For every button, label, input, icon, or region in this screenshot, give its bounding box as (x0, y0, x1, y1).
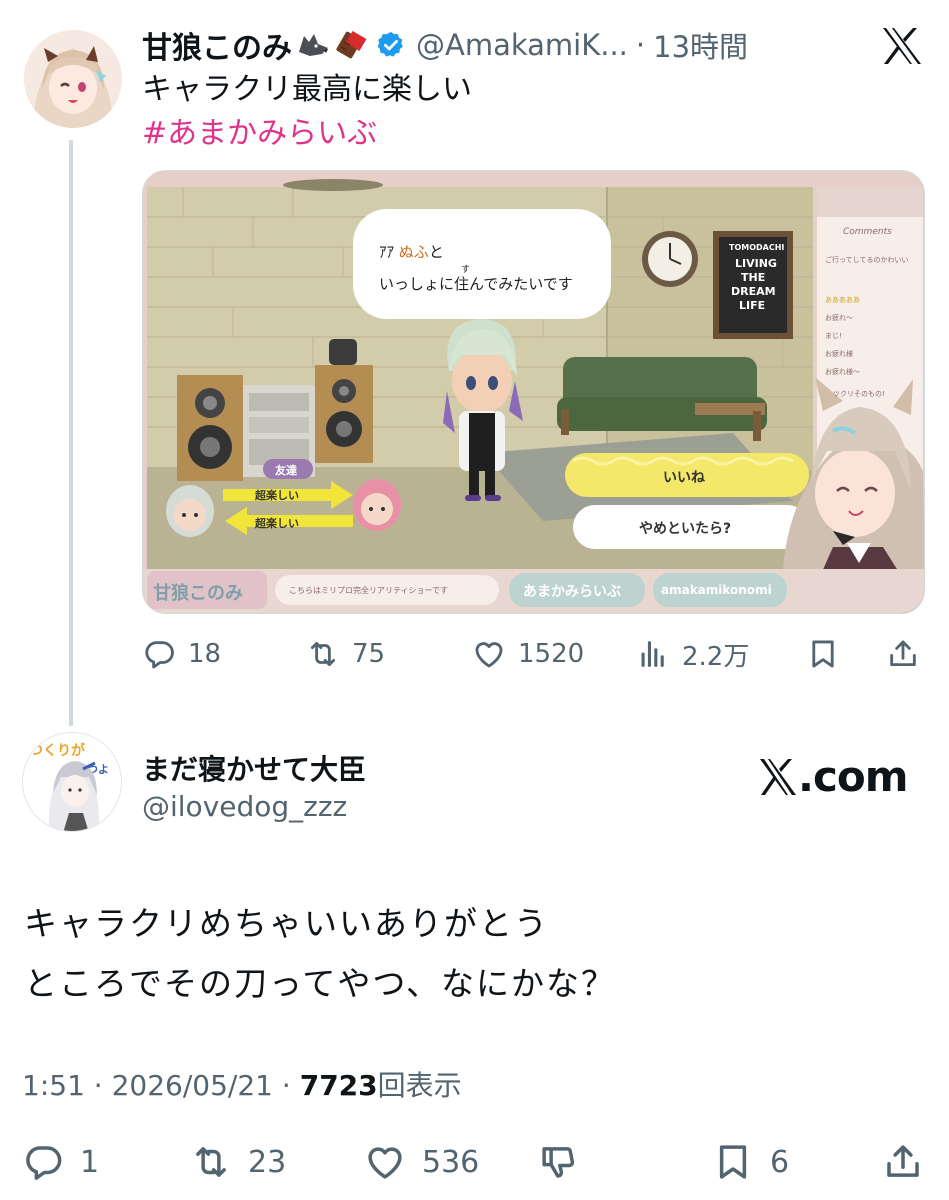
comment-6: お疲れ様〜 (825, 368, 860, 376)
author-avatar[interactable] (24, 30, 122, 128)
share-icon (887, 1145, 919, 1177)
comment-4: まじ! (825, 332, 842, 340)
tweet-header: 甘狼このみ @AmakamiK... · 13時間 (142, 23, 748, 67)
reply-button[interactable]: 18 (142, 632, 221, 676)
poster-line-4: DREAM (731, 285, 776, 298)
comment-5: お疲れ様 (825, 350, 853, 358)
svg-text:つくりが: つくりが (29, 742, 86, 759)
reply-actions: 1 23 536 6 (22, 1138, 932, 1186)
reply-text: キャラクリめちゃいいありがとう ところでその刀ってやつ、なにかな？ (24, 894, 616, 1014)
footer-hashtag: あまかみらいぶ (523, 584, 621, 600)
reply-author-name[interactable]: まだ寝かせて大臣 (142, 748, 366, 788)
hashtag-link[interactable]: #あまかみらいぶ (142, 116, 377, 152)
speech-suffix: と (428, 243, 444, 261)
chocolate-emoji-icon (334, 30, 368, 60)
thread-line (69, 140, 73, 726)
comment-7: ツクリそのもの! (833, 390, 885, 398)
like-count: 536 (422, 1144, 480, 1180)
reply-icon (26, 1146, 62, 1180)
x-logo-icon (760, 758, 796, 795)
tweet-views-label: 回表示 (377, 1069, 462, 1102)
repost-icon (196, 1147, 226, 1177)
tweet-text: キャラクリ最高に楽しい (142, 72, 472, 107)
bookmark-count: 6 (770, 1144, 790, 1180)
reply-author-avatar[interactable]: つくりが つよ (22, 732, 122, 832)
poster-line-1: TOMODACHI (729, 243, 785, 252)
wolf-emoji-icon (296, 30, 330, 60)
tweet-metadata: 1:51 · 2026/05/21 · 7723回表示 (22, 1064, 462, 1104)
tweet-media-image[interactable]: ｱｱ ぬふと す いっしょに住んでみたいです 友達 超楽しい 超楽しい いいね … (142, 170, 925, 614)
dislike-button[interactable] (538, 1138, 580, 1186)
share-button[interactable] (886, 632, 920, 676)
reply-author-handle[interactable]: @ilovedog_zzz (142, 790, 347, 823)
arrow-label-bottom: 超楽しい (255, 517, 299, 530)
separator-dot: · (635, 28, 646, 62)
meta-dot: · (281, 1069, 300, 1102)
dislike-icon (542, 1147, 575, 1178)
tweet-actions: 18 75 1520 2.2万 (142, 632, 932, 676)
timestamp[interactable]: 13時間 (653, 24, 748, 66)
reply-text-line-1: キャラクリめちゃいいありがとう (24, 904, 549, 943)
reply-icon (145, 641, 174, 669)
views-count: 2.2万 (682, 641, 750, 672)
tweet-time[interactable]: 1:51 (22, 1069, 85, 1102)
repost-button[interactable]: 23 (190, 1138, 286, 1186)
heart-icon (368, 1147, 402, 1179)
footer-handle: amakamikonomi (661, 583, 772, 597)
speech-prefix: ｱｱ (379, 243, 395, 261)
share-button[interactable] (882, 1138, 924, 1186)
comments-title: Comments (843, 227, 892, 237)
reply-button[interactable]: 1 (22, 1138, 99, 1186)
speech-bubble-line-2: いっしょに住んでみたいです (379, 275, 573, 293)
repost-icon (310, 641, 336, 667)
meta-dot: · (93, 1069, 112, 1102)
poster-line-2: LIVING (735, 257, 777, 270)
share-icon (890, 640, 916, 667)
xcom-branding: .com (758, 752, 908, 801)
repost-count: 75 (352, 639, 386, 669)
tweet-views-number: 7723 (299, 1069, 378, 1102)
bookmark-icon (812, 640, 834, 668)
comment-2: あああああ (825, 296, 860, 304)
like-button[interactable]: 1520 (472, 632, 584, 676)
author-name[interactable]: 甘狼このみ (142, 23, 292, 67)
repost-count: 23 (248, 1144, 287, 1180)
author-handle[interactable]: @AmakamiK... (416, 28, 628, 62)
heart-icon (475, 642, 503, 668)
speech-bubble-line-1: ｱｱ ぬふと (379, 241, 444, 262)
like-button[interactable]: 536 (364, 1138, 479, 1186)
verified-badge-icon (376, 30, 406, 60)
comment-1: ご行ってしてるのかわいい (825, 256, 909, 264)
tweet-date[interactable]: 2026/05/21 (112, 1069, 273, 1102)
bookmark-button[interactable] (806, 632, 840, 676)
choice-like: いいね (663, 470, 705, 486)
arrow-label-top: 超楽しい (255, 489, 299, 502)
footer-logo: 甘狼このみ (153, 583, 243, 604)
xcom-text: .com (798, 752, 908, 801)
poster-line-5: LIFE (739, 299, 766, 312)
poster-line-3: THE (741, 271, 766, 284)
comment-3: お疲れ〜 (825, 314, 853, 322)
repost-button[interactable]: 75 (306, 632, 385, 676)
choice-stop: やめといたら? (639, 521, 732, 537)
like-count: 1520 (518, 639, 585, 669)
speech-name: ぬふ (398, 243, 429, 261)
footer-note: こちらはミリプロ完全リアリティショーです (289, 586, 449, 595)
reply-count: 1 (80, 1144, 100, 1180)
reply-count: 18 (188, 639, 222, 669)
friend-tag: 友達 (275, 464, 297, 477)
bookmark-icon (719, 1145, 747, 1179)
bookmark-button[interactable]: 6 (712, 1138, 789, 1186)
views-chart-icon (641, 641, 664, 667)
reply-text-line-2: ところでその刀ってやつ、なにかな？ (24, 964, 617, 1003)
x-logo-icon[interactable] (880, 26, 924, 66)
views-button[interactable]: 2.2万 (636, 632, 749, 676)
